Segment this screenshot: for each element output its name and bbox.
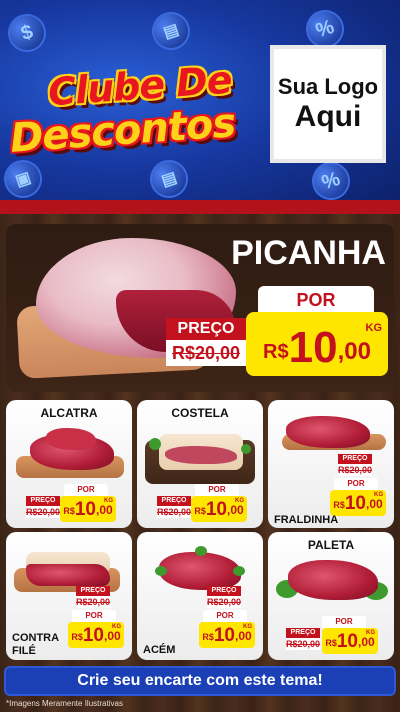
unit: KG bbox=[112, 624, 121, 630]
title-line-2: Descontos bbox=[8, 100, 237, 162]
price-dec: ,00 bbox=[95, 503, 113, 517]
product-name: ALCATRA bbox=[40, 406, 98, 420]
preco-label: PREÇO bbox=[26, 496, 60, 506]
product-name: PALETA bbox=[307, 538, 355, 552]
product-card-costela[interactable]: COSTELA POR PREÇO R$20,00 R$ 10 ,00 KG bbox=[137, 400, 263, 528]
price-int: 10 bbox=[213, 625, 235, 646]
new-price: R$ 10 ,00 KG bbox=[191, 496, 247, 522]
preco-label: PREÇO bbox=[207, 586, 241, 596]
featured-new-price: R$ 10 ,00 KG bbox=[246, 312, 388, 376]
price-int: 10 bbox=[82, 625, 104, 646]
herb-icon bbox=[195, 546, 207, 556]
featured-unit: KG bbox=[365, 322, 383, 334]
featured-name: PICANHA bbox=[231, 234, 386, 272]
product-name: ACÉM bbox=[143, 644, 176, 656]
product-card-acem[interactable]: PREÇO R$20,00 POR R$ 10 ,00 KG ACÉM bbox=[137, 532, 263, 660]
product-name-line-2: FILÉ bbox=[12, 645, 36, 657]
price-dec: ,00 bbox=[103, 629, 121, 643]
dollar-icon: $ bbox=[3, 9, 51, 57]
featured-price-int: 10 bbox=[288, 323, 338, 372]
product-card-fraldinha[interactable]: PREÇO R$20,00 POR R$ 10 ,00 KG FRALDINHA bbox=[268, 400, 394, 528]
gift-icon: ▤ bbox=[147, 7, 195, 55]
logo-line-2: Aqui bbox=[294, 100, 362, 133]
featured-currency: R$ bbox=[263, 341, 289, 363]
por-label: POR bbox=[72, 610, 116, 622]
alcatra-slice-image bbox=[46, 428, 96, 450]
por-label: POR bbox=[64, 484, 108, 496]
old-price: R$20,00 bbox=[26, 506, 61, 518]
unit: KG bbox=[366, 630, 375, 636]
cta-banner[interactable]: Crie seu encarte com este tema! bbox=[4, 666, 396, 696]
product-name: FRALDINHA bbox=[274, 514, 339, 526]
old-price: R$20,00 bbox=[286, 638, 321, 650]
featured-old-price: R$20,00 bbox=[166, 340, 246, 366]
price-dec: ,00 bbox=[357, 635, 375, 649]
new-price: R$ 10 ,00 KG bbox=[60, 496, 116, 522]
por-label: POR bbox=[203, 610, 247, 622]
preco-label: PREÇO bbox=[157, 496, 191, 506]
herb-icon bbox=[241, 444, 251, 454]
por-label: POR bbox=[322, 616, 366, 628]
flyer-page: $ ▤ % ▣ ▤ % Clube De Descontos Sua Logo … bbox=[0, 0, 400, 712]
currency: R$ bbox=[202, 632, 214, 642]
product-card-contra-file[interactable]: PREÇO R$20,00 POR R$ 10 ,00 KG CONTRA FI… bbox=[6, 532, 132, 660]
unit: KG bbox=[104, 498, 113, 504]
new-price: R$ 10 ,00 KG bbox=[330, 490, 386, 516]
price-dec: ,00 bbox=[234, 629, 252, 643]
preco-label: PREÇO bbox=[76, 586, 110, 596]
price-int: 10 bbox=[336, 631, 358, 652]
price-dec: ,00 bbox=[226, 503, 244, 517]
por-label: POR bbox=[334, 478, 378, 490]
herb-icon bbox=[233, 566, 245, 576]
unit: KG bbox=[235, 498, 244, 504]
costela-meat-image bbox=[165, 446, 237, 464]
old-price: R$20,00 bbox=[76, 596, 111, 608]
disclaimer-text: *Imagens Meramente Ilustrativas bbox=[6, 699, 123, 708]
currency: R$ bbox=[63, 506, 75, 516]
featured-por-label: POR bbox=[258, 286, 374, 314]
old-price: R$20,00 bbox=[157, 506, 192, 518]
logo-placeholder[interactable]: Sua Logo Aqui bbox=[270, 45, 386, 163]
fraldinha-image bbox=[286, 416, 370, 448]
product-name-line-1: CONTRA bbox=[12, 632, 60, 644]
acem-image bbox=[159, 552, 241, 590]
price-dec: ,00 bbox=[365, 497, 383, 511]
por-label: POR bbox=[195, 484, 239, 496]
paleta-image bbox=[288, 560, 378, 600]
unit: KG bbox=[374, 492, 383, 498]
contra-file-image bbox=[26, 564, 110, 586]
percent-icon: % bbox=[307, 157, 355, 205]
logo-line-1: Sua Logo bbox=[277, 74, 379, 99]
currency: R$ bbox=[333, 500, 345, 510]
featured-product[interactable]: PICANHA POR PREÇO R$20,00 R$ 10 ,00 KG bbox=[6, 224, 394, 392]
preco-label: PREÇO bbox=[338, 454, 372, 464]
herb-icon bbox=[155, 566, 167, 576]
old-price: R$20,00 bbox=[207, 596, 242, 608]
header-banner: $ ▤ % ▣ ▤ % Clube De Descontos Sua Logo … bbox=[0, 0, 400, 214]
title-logo: Clube De Descontos bbox=[8, 58, 260, 174]
product-name: COSTELA bbox=[171, 406, 229, 420]
price-int: 10 bbox=[344, 493, 366, 514]
new-price: R$ 10 ,00 KG bbox=[68, 622, 124, 648]
featured-preco-label: PREÇO bbox=[166, 318, 246, 340]
currency: R$ bbox=[325, 638, 337, 648]
product-card-alcatra[interactable]: ALCATRA POR PREÇO R$20,00 R$ 10 ,00 KG bbox=[6, 400, 132, 528]
new-price: R$ 10 ,00 KG bbox=[199, 622, 255, 648]
featured-price-dec: ,00 bbox=[337, 338, 371, 365]
currency: R$ bbox=[194, 506, 206, 516]
currency: R$ bbox=[71, 632, 83, 642]
product-card-paleta[interactable]: PALETA POR PREÇO R$20,00 R$ 10 ,00 KG bbox=[268, 532, 394, 660]
preco-label: PREÇO bbox=[286, 628, 320, 638]
header-divider bbox=[0, 200, 400, 214]
price-int: 10 bbox=[205, 499, 227, 520]
herb-icon bbox=[149, 438, 161, 450]
price-int: 10 bbox=[74, 499, 96, 520]
new-price: R$ 10 ,00 KG bbox=[322, 628, 378, 654]
unit: KG bbox=[243, 624, 252, 630]
old-price: R$20,00 bbox=[338, 464, 373, 476]
